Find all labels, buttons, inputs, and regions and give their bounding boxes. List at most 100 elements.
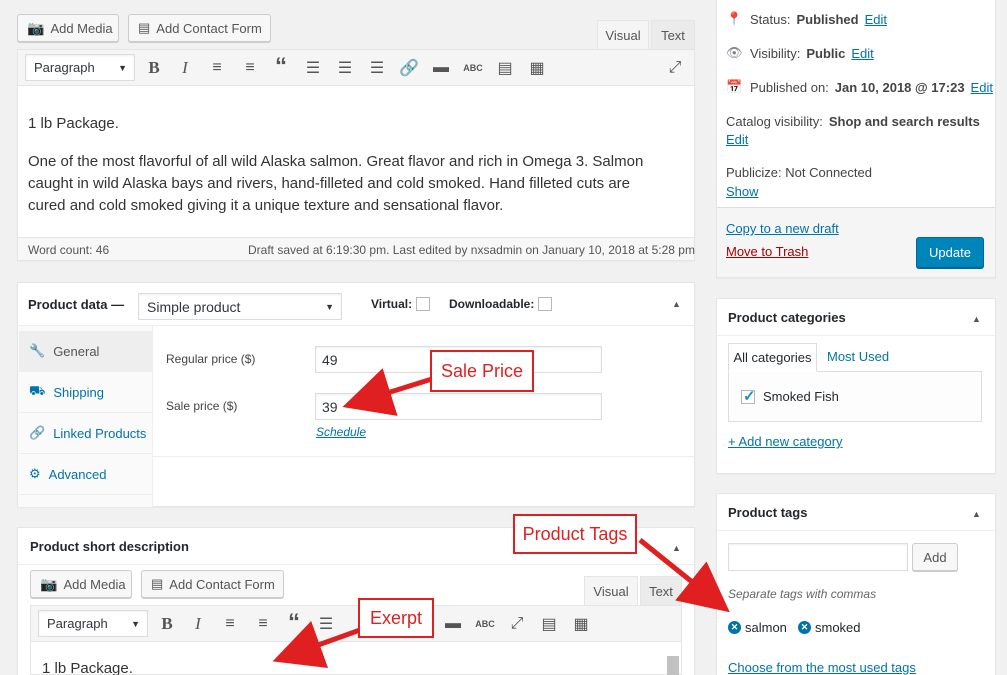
tab-all-categories[interactable]: All categories	[728, 343, 817, 372]
calendar-icon: 📅	[726, 79, 743, 94]
catalog-visibility-row: Catalog visibility: Shop and search resul…	[726, 114, 980, 129]
update-button[interactable]: Update	[916, 237, 984, 268]
tab-visual[interactable]: Visual	[584, 576, 638, 606]
tab-text[interactable]: Text	[640, 576, 682, 606]
format-select[interactable]: Paragraph ▼	[38, 610, 148, 637]
tab-most-used[interactable]: Most Used	[827, 349, 889, 364]
collapse-icon[interactable]: ▲	[972, 314, 981, 324]
numbered-list-icon[interactable]: ≡	[240, 58, 260, 78]
regular-price-label: Regular price ($)	[166, 352, 256, 366]
spellcheck-icon[interactable]: ABC	[463, 58, 483, 78]
collapse-icon[interactable]: ▲	[672, 543, 681, 553]
align-left-icon[interactable]: ☰	[316, 614, 336, 634]
pin-icon: 📍	[726, 11, 743, 26]
link-icon: 🔗	[29, 425, 46, 440]
copy-draft-link[interactable]: Copy to a new draft	[726, 221, 839, 236]
editor-paragraph-2-line-1[interactable]: One of the most flavorful of all wild Al…	[28, 153, 643, 170]
collapse-icon[interactable]: ▲	[672, 299, 681, 309]
blockquote-icon[interactable]: “	[271, 53, 291, 80]
italic-icon[interactable]: I	[188, 614, 208, 634]
divider	[153, 456, 694, 457]
schedule-link[interactable]: Schedule	[316, 425, 366, 439]
remove-tag-icon[interactable]: ✕	[728, 621, 741, 634]
tag-item: ✕ smoked	[798, 620, 861, 635]
scrollbar[interactable]	[667, 656, 679, 675]
product-data-title: Product data —	[28, 297, 125, 312]
add-media-button[interactable]: 📷 Add Media	[17, 14, 119, 42]
toolbar-toggle-icon[interactable]: ▦	[571, 614, 591, 634]
tab-general[interactable]: 🔧 General	[19, 331, 152, 372]
align-center-icon[interactable]: ☰	[335, 58, 355, 78]
sale-price-input[interactable]: 39	[315, 393, 602, 420]
category-checkbox[interactable]: ✓	[741, 387, 756, 405]
edit-date-link[interactable]: Edit	[971, 80, 993, 95]
virtual-checkbox[interactable]	[416, 297, 431, 311]
tag-item: ✕ salmon	[728, 620, 787, 635]
editor-paragraph-2-line-3[interactable]: cured and cold smoked giving it a unique…	[28, 197, 503, 214]
truck-icon: ⛟	[29, 383, 46, 398]
spellcheck-icon[interactable]: ABC	[475, 614, 495, 634]
read-more-icon[interactable]: ▬	[443, 614, 463, 634]
tab-shipping[interactable]: ⛟ Shipping	[19, 372, 152, 413]
fullscreen-icon[interactable]: ▤	[539, 614, 559, 634]
add-category-link[interactable]: + Add new category	[728, 434, 843, 449]
move-trash-link[interactable]: Move to Trash	[726, 244, 808, 259]
publicize-row: Publicize: Not Connected	[726, 165, 872, 180]
edit-catalog-link[interactable]: Edit	[726, 132, 748, 147]
divider	[717, 530, 995, 531]
align-left-icon[interactable]: ☰	[303, 58, 323, 78]
add-contact-form-button[interactable]: ▤ Add Contact Form	[128, 14, 271, 42]
read-more-icon[interactable]: ▬	[431, 58, 451, 78]
show-publicize-link[interactable]: Show	[726, 184, 759, 199]
chevron-down-icon: ▼	[118, 63, 127, 73]
editor-paragraph-2-line-2[interactable]: caught in wild Alaska bays and rivers, h…	[28, 175, 630, 192]
add-media-button[interactable]: 📷 Add Media	[30, 570, 132, 598]
product-type-select[interactable]: Simple product ▼	[138, 293, 342, 320]
italic-icon[interactable]: I	[175, 58, 195, 78]
chevron-down-icon: ▼	[131, 619, 140, 629]
choose-tags-link[interactable]: Choose from the most used tags	[728, 660, 916, 675]
tab-advanced[interactable]: ⚙ Advanced	[19, 454, 152, 495]
category-item[interactable]: ✓ Smoked Fish	[741, 387, 839, 405]
tag-input[interactable]	[728, 543, 908, 571]
bullet-list-icon[interactable]: ≡	[207, 58, 227, 78]
status-row: 📍 Status: Published Edit	[726, 11, 887, 27]
tab-linked-products[interactable]: 🔗 Linked Products	[19, 413, 152, 454]
categories-title: Product categories	[728, 310, 846, 325]
bullet-list-icon[interactable]: ≡	[220, 614, 240, 634]
exerpt-callout: Exerpt	[358, 598, 434, 638]
bold-icon[interactable]: B	[157, 614, 177, 634]
distraction-free-icon[interactable]: ⤢	[507, 614, 527, 634]
collapse-icon[interactable]: ▲	[972, 509, 981, 519]
downloadable-checkbox[interactable]	[538, 297, 553, 311]
short-description-title: Product short description	[30, 539, 189, 554]
numbered-list-icon[interactable]: ≡	[253, 614, 273, 634]
sale-price-label: Sale price ($)	[166, 399, 238, 413]
tab-visual[interactable]: Visual	[597, 20, 649, 50]
bold-icon[interactable]: B	[144, 58, 164, 78]
add-tag-button[interactable]: Add	[912, 543, 958, 571]
tab-text[interactable]: Text	[651, 20, 695, 50]
eye-icon: 👁	[726, 45, 743, 60]
align-right-icon[interactable]: ☰	[367, 58, 387, 78]
add-contact-form-button[interactable]: ▤ Add Contact Form	[141, 570, 284, 598]
short-description-content[interactable]: 1 lb Package.	[42, 660, 133, 675]
distraction-free-icon[interactable]: ⤢	[665, 58, 685, 78]
blockquote-icon[interactable]: “	[284, 609, 304, 636]
format-select[interactable]: Paragraph ▼	[25, 54, 135, 81]
edit-visibility-link[interactable]: Edit	[851, 46, 873, 61]
product-tags-callout: Product Tags	[513, 514, 637, 554]
word-count: Word count: 46	[28, 243, 110, 257]
editor-paragraph-1[interactable]: 1 lb Package.	[28, 115, 119, 132]
edit-status-link[interactable]: Edit	[865, 12, 887, 27]
draft-status: Draft saved at 6:19:30 pm. Last edited b…	[248, 243, 695, 257]
tags-title: Product tags	[728, 505, 808, 520]
remove-tag-icon[interactable]: ✕	[798, 621, 811, 634]
link-icon[interactable]: 🔗	[399, 58, 419, 78]
toolbar-toggle-icon[interactable]: ▦	[527, 58, 547, 78]
sale-price-callout: Sale Price	[430, 350, 534, 392]
form-icon: ▤	[151, 576, 164, 591]
visibility-row: 👁 Visibility: Public Edit	[726, 45, 874, 61]
fullscreen-icon[interactable]: ▤	[495, 58, 515, 78]
check-icon: ✓	[743, 387, 756, 405]
